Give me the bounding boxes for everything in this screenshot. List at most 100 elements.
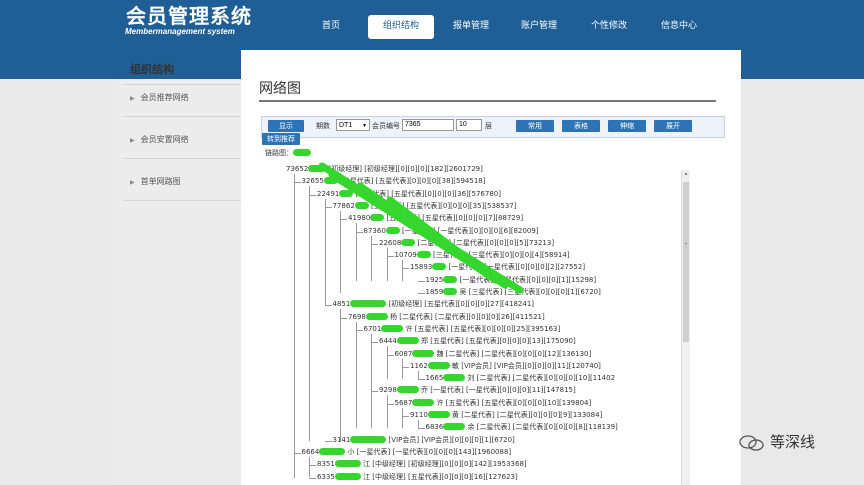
member-info: 小 [一星代表] [一星代表][0][0][0][143][1960088] (345, 447, 512, 456)
sidebar-item-placement-network[interactable]: ▶ 会员安置网络 (130, 134, 189, 145)
redaction-mark (339, 189, 354, 197)
tree-connector (340, 219, 347, 221)
tree-scrollbar[interactable]: ▲ ▪ (681, 170, 690, 485)
tree-node[interactable]: 1665 刘 [二星代表] [二星代表][0][0][0][10][11402 (426, 374, 615, 383)
tree-connector (324, 440, 332, 442)
logo-subtitle: Membermanagement system (125, 27, 235, 36)
redaction-mark (354, 201, 369, 209)
tree-node[interactable]: 4851 [初级经理] [五星代表][0][0][0][27][418241] (332, 300, 534, 309)
tree-connector (386, 247, 388, 281)
member-id: 5687 (394, 398, 413, 407)
sidebar-item-label: 首单网路图 (140, 177, 181, 186)
tree-node[interactable]: 3141 [VIP会员] [VIP会员][0][0][0][1][6720] (332, 435, 515, 445)
member-info: 吴 [三星代表] [三星代表][0][0][0][1][6720] (457, 288, 601, 296)
sidebar-item-label: 会员安置网络 (140, 135, 189, 144)
member-info: 许 [五星代表] [五星代表][0][0][0][10][139804] (434, 398, 592, 407)
redaction-mark (334, 460, 361, 468)
redaction-mark (370, 214, 385, 222)
member-info: [初级经理] [初级经理][0][0][0][182][2601729] (326, 165, 483, 173)
member-info: [一星代表] [一星代表][0][0][0][6][82009] (399, 226, 539, 235)
divider (123, 200, 241, 201)
redaction-mark (334, 472, 361, 480)
tree-connector (402, 268, 409, 270)
logo-title: 会员管理系统 (126, 4, 252, 28)
nav-home[interactable]: 首页 (300, 15, 362, 39)
tree-node[interactable]: 6664 小 [一星代表] [一星代表][0][0][0][143][19600… (302, 447, 512, 457)
tree-connector (402, 366, 409, 368)
member-info: 江 [中级经理] [五星代表][0][0][0][16][127623] (360, 472, 518, 481)
member-info: [五星代表] [五星代表][0][0][0][36][576780] (353, 189, 501, 198)
member-info: [二星代表] [二星代表][0][0][0][5][73213] (415, 238, 555, 247)
nav-org-structure[interactable]: 组织结构 (368, 15, 434, 39)
tree-node[interactable]: 8351 江 [中级经理] [初级经理][0][0][0][142][19533… (317, 460, 527, 469)
tree-connector (371, 333, 372, 429)
chevron-right-icon: ▶ (130, 179, 135, 186)
tree-connector (324, 305, 332, 307)
tree-node[interactable]: 9110 黄 [二星代表] [二星代表][0][0][0][9][133084] (410, 411, 602, 420)
tree-connector (309, 477, 316, 479)
tree-node[interactable]: 6087 魏 [二星代表] [二星代表][0][0][0][12][136130… (395, 349, 591, 359)
member-id: 22491 (317, 189, 340, 198)
network-tree: 73652 [初级经理] [初级经理][0][0][0][182][260172… (241, 50, 741, 485)
member-info: 黄 [二星代表] [二星代表][0][0][0][9][133084] (449, 411, 603, 419)
member-id: 6701 (363, 324, 382, 333)
tree-node[interactable]: 6444 郑 [五星代表] [五星代表][0][0][0][13][175090… (379, 337, 576, 346)
member-id: 77862 (332, 201, 355, 210)
member-info: [三星代表] [三星代表][0][0][0][4][58914] (430, 251, 570, 260)
tree-connector (402, 416, 409, 417)
member-id: 4851 (332, 300, 351, 309)
tree-node[interactable]: 1925 [一星代表] [一星代表][0][0][0][1][15298] (426, 275, 596, 285)
tree-connector (371, 342, 378, 344)
tree-node[interactable]: 7698 杨 [二星代表] [二星代表][0][0][0][26][411521… (348, 312, 545, 322)
tree-connector (417, 293, 425, 294)
member-info: [五星代表] [五星代表][0][0][0][38][594518] (337, 177, 486, 186)
tree-connector (417, 370, 419, 380)
redaction-mark (385, 226, 400, 234)
redaction-mark (416, 251, 431, 259)
tree-node[interactable]: 6836 余 [二星代表] [二星代表][0][0][0][8][118139] (426, 423, 618, 432)
tree-connector (293, 174, 295, 478)
sidebar-item-first-order-map[interactable]: ▶ 首单网路图 (130, 176, 181, 187)
nav-order-mgmt[interactable]: 报单管理 (440, 15, 502, 39)
tree-node[interactable]: 87360 [一星代表] [一星代表][0][0][0][6][82009] (364, 226, 539, 236)
redaction-mark (319, 447, 346, 455)
tree-node[interactable]: 15893 [一星代表] [一星代表][0][0][0][2][27552] (410, 263, 585, 272)
member-id: 6335 (317, 472, 335, 481)
tree-connector (371, 235, 372, 281)
tree-connector (309, 194, 316, 196)
tree-connector (355, 329, 363, 331)
tree-node[interactable]: 5687 许 [五星代表] [五星代表][0][0][0][10][139804… (394, 398, 592, 408)
tree-node[interactable]: 10709 [三星代表] [三星代表][0][0][0][4][58914] (395, 251, 570, 260)
tree-node[interactable]: 9298 乔 [一星代表] [一星代表][0][0][0][11][147815… (379, 386, 576, 395)
scroll-up-icon[interactable]: ▲ (682, 170, 690, 178)
content-panel: 网络图 显示 期数 DT1 ▼ 会员编号 7365 10 层 常用 表格 伸缩 展… (241, 50, 741, 485)
tree-node[interactable]: 41980 [五星代表] [五星代表][0][0][0][7][88729] (348, 214, 523, 223)
sidebar-item-recommend-network[interactable]: ▶ 会员推荐网络 (130, 92, 189, 103)
member-id: 6444 (379, 337, 397, 346)
member-id: 7698 (348, 312, 366, 321)
tree-node[interactable]: 6701 许 [五星代表] [五星代表][0][0][0][25][395163… (363, 324, 560, 334)
tree-node[interactable]: 6335 江 [中级经理] [五星代表][0][0][0][16][127623… (317, 472, 518, 482)
tree-connector (386, 256, 394, 258)
tree-node[interactable]: 22608 [二星代表] [二星代表][0][0][0][5][73213] (379, 238, 555, 248)
tree-connector (417, 428, 425, 430)
sidebar-title: 组织结构 (130, 63, 174, 76)
member-info: [五星代表] [五星代表][0][0][0][35][538537] (368, 201, 517, 210)
tree-node[interactable]: 73652 [初级经理] [初级经理][0][0][0][182][260172… (286, 165, 483, 174)
nav-personal-edit[interactable]: 个性修改 (578, 15, 640, 39)
member-info: [VIP会员] [VIP会员][0][0][0][1][6720] (386, 435, 515, 444)
member-info: 乔 [一星代表] [一星代表][0][0][0][11][147815] (418, 386, 576, 395)
tree-connector (402, 407, 403, 429)
member-id: 3141 (332, 435, 351, 444)
member-info: 杨 [二星代表] [二星代表][0][0][0][26][411521] (387, 312, 545, 321)
nav-account-mgmt[interactable]: 账户管理 (508, 15, 570, 39)
member-id: 6836 (425, 423, 444, 432)
tree-node[interactable]: 1859 吴 [三星代表] [三星代表][0][0][0][1][6720] (426, 288, 601, 297)
nav-info-center[interactable]: 信息中心 (648, 15, 710, 39)
tree-node[interactable]: 22491 [五星代表] [五星代表][0][0][0][36][576780] (317, 189, 501, 199)
tree-connector (324, 198, 326, 306)
tree-node[interactable]: 32655 [五星代表] [五星代表][0][0][0][38][594518] (302, 177, 486, 186)
tree-node[interactable]: 77862 [五星代表] [五星代表][0][0][0][35][538537] (332, 201, 517, 211)
scroll-thumb[interactable] (683, 182, 689, 342)
tree-node[interactable]: 1162 敏 [VIP会员] [VIP会员][0][0][0][11][1207… (410, 361, 601, 371)
